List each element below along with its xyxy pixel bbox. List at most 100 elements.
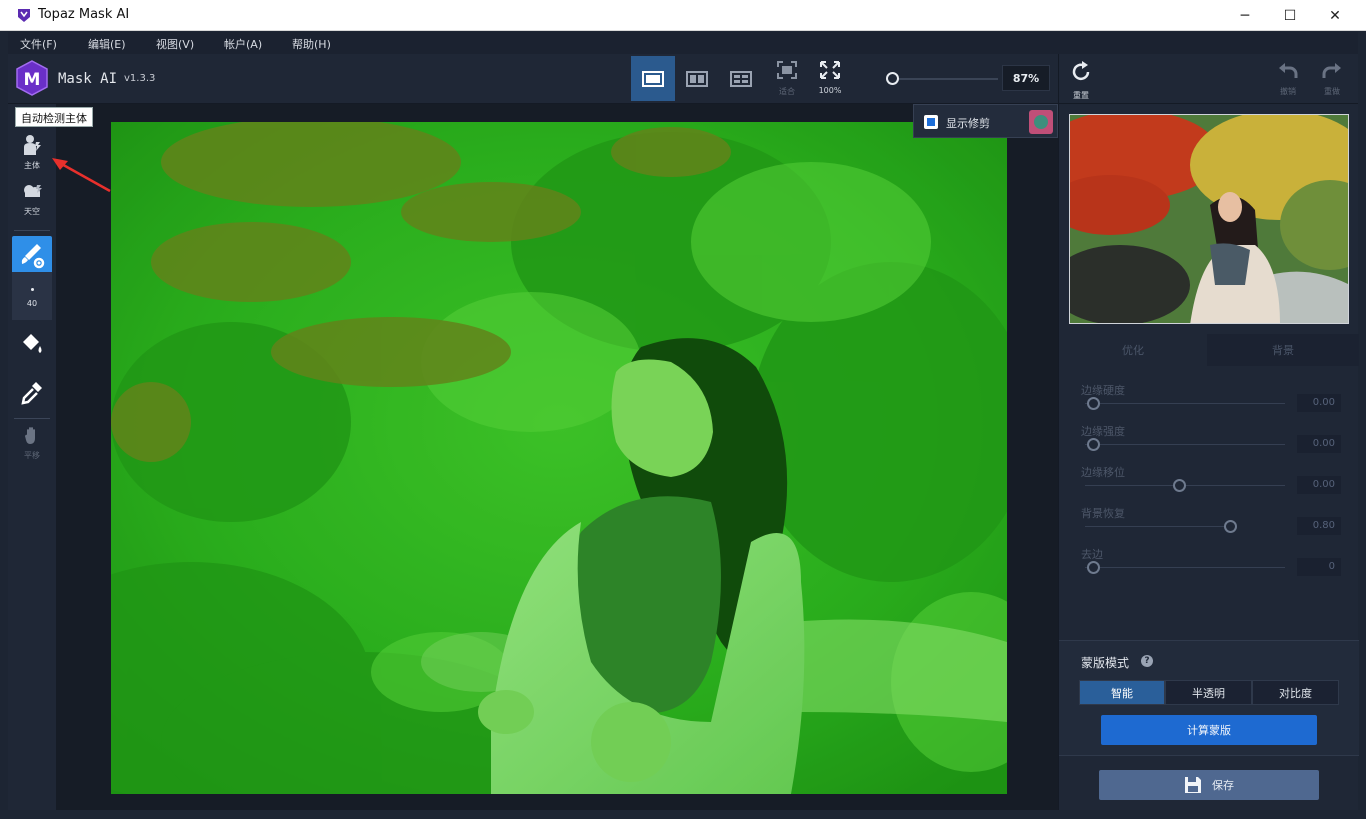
mask-mode-smart[interactable]: 智能 [1079,680,1165,705]
slider-track[interactable] [1085,403,1285,404]
zoom-100-button[interactable]: 100% [813,60,847,100]
window-title: Topaz Mask AI [38,7,130,22]
param-value[interactable]: 0.80 [1297,517,1341,535]
param-label: 边缘强度 [1081,425,1125,438]
quad-view-button[interactable] [719,56,763,101]
pan-tool-button[interactable]: 平移 [12,426,52,466]
right-panel: 优化 背景 边缘硬度 0.00 边缘强度 0.00 边缘移位 0.00 背景恢复… [1058,104,1359,810]
subject-tool-button[interactable]: 主体 [12,134,52,174]
tab-refine[interactable]: 优化 [1059,334,1207,366]
zoom-value-field[interactable]: 87% [1002,65,1050,91]
tool-separator-2 [14,418,50,419]
brush-dot-icon [12,284,52,293]
reset-label: 重置 [1073,91,1089,100]
subject-tooltip: 自动检测主体 [15,107,93,127]
eyedropper-tool-button[interactable] [12,374,52,414]
redo-label: 重做 [1324,87,1340,96]
reset-icon [1072,61,1090,81]
help-icon[interactable]: ? [1141,655,1153,667]
mask-ai-logo-icon: M [16,60,48,96]
refine-tabs: 优化 背景 [1059,334,1359,366]
mask-mode-contrast[interactable]: 对比度 [1252,680,1339,705]
redo-button[interactable]: 重做 [1315,60,1349,100]
param-label: 边缘移位 [1081,466,1125,479]
maximize-button[interactable]: ☐ [1267,0,1313,31]
brush-size-value: 40 [26,299,38,308]
menu-bar: 文件(F) 编辑(E) 视图(V) 帐户(A) 帮助(H) [8,32,1358,54]
mask-canvas-photo[interactable] [111,122,1007,794]
fit-label: 适合 [779,87,795,96]
param-edge-shift: 边缘移位 0.00 [1081,464,1341,504]
menu-edit[interactable]: 编辑(E) [88,36,126,52]
save-label: 保存 [1212,779,1234,792]
slider-knob[interactable] [1224,520,1237,533]
thumbnail-image [1070,115,1348,323]
param-label: 背景恢复 [1081,507,1125,520]
param-value[interactable]: 0.00 [1297,394,1341,412]
mask-mode-section: 蒙版模式 ? 智能 半透明 对比度 计算蒙版 [1059,640,1359,756]
app-version: v1.3.3 [124,73,156,84]
slider-track[interactable] [1085,444,1285,445]
param-defringe: 去边 0 [1081,546,1341,586]
tab-background[interactable]: 背景 [1207,334,1359,366]
navigator-thumbnail[interactable] [1069,114,1349,324]
sky-tool-button[interactable]: 天空 [12,182,52,222]
trim-color-swatch[interactable] [1029,110,1053,134]
close-button[interactable]: ✕ [1312,0,1358,31]
fill-tool-button[interactable] [12,326,52,366]
redo-icon [1322,63,1341,78]
single-view-button[interactable] [631,56,675,101]
undo-icon [1279,63,1298,78]
show-trim-label: 显示修剪 [946,117,990,130]
app-name: Mask AI [58,71,118,87]
subject-label: 主体 [24,161,40,170]
param-value[interactable]: 0 [1297,558,1341,576]
app-window: Topaz Mask AI ─ ☐ ✕ 文件(F) 编辑(E) 视图(V) 帐户… [0,0,1366,819]
undo-button[interactable]: 撤销 [1271,60,1305,100]
fit-button[interactable]: 适合 [770,60,804,100]
brush-gear-icon [21,244,45,269]
brush-tool-button[interactable] [12,236,52,276]
slider-knob[interactable] [1173,479,1186,492]
eyedropper-icon [21,382,42,405]
pan-label: 平移 [24,451,40,460]
slider-track[interactable] [1085,567,1285,568]
save-button[interactable]: 保存 [1099,770,1319,800]
menu-help[interactable]: 帮助(H) [292,36,331,52]
menu-file[interactable]: 文件(F) [20,36,57,52]
expand-icon [820,61,840,79]
menu-account[interactable]: 帐户(A) [224,36,262,52]
sky-cloud-icon [24,185,42,197]
param-label: 边缘硬度 [1081,384,1125,397]
param-edge-strength: 边缘强度 0.00 [1081,423,1341,463]
title-bar: Topaz Mask AI ─ ☐ ✕ [0,0,1366,31]
split-view-button[interactable] [675,56,719,101]
masked-photo-image [111,122,1007,794]
undo-label: 撤销 [1280,87,1296,96]
param-value[interactable]: 0.00 [1297,435,1341,453]
quad-view-icon [730,70,752,87]
topaz-app-icon [18,9,30,22]
show-trim-panel: 显示修剪 [913,104,1058,138]
param-bg-recovery: 背景恢复 0.80 [1081,505,1341,545]
slider-knob[interactable] [1087,438,1100,451]
mask-mode-translucent[interactable]: 半透明 [1165,680,1252,705]
slider-knob[interactable] [1087,397,1100,410]
paint-bucket-icon [23,334,42,353]
reset-button[interactable]: 重置 [1064,60,1098,100]
zoom-slider-track[interactable] [888,78,998,80]
zoom-100-label: 100% [818,86,842,95]
floppy-disk-icon [1185,777,1201,793]
show-trim-checkbox[interactable] [924,115,938,129]
slider-track[interactable] [1085,526,1235,527]
brush-size-control[interactable]: 40 [12,272,52,320]
param-value[interactable]: 0.00 [1297,476,1341,494]
mask-mode-title: 蒙版模式 [1081,656,1130,670]
zoom-slider-knob[interactable] [886,72,899,85]
compute-mask-button[interactable]: 计算蒙版 [1101,715,1317,745]
minimize-button[interactable]: ─ [1222,0,1268,31]
menu-view[interactable]: 视图(V) [156,36,194,52]
red-arrow-annotation-icon [52,158,111,193]
slider-knob[interactable] [1087,561,1100,574]
main-toolbar: M Mask AI v1.3.3 适合 100% 87% [8,54,1058,104]
